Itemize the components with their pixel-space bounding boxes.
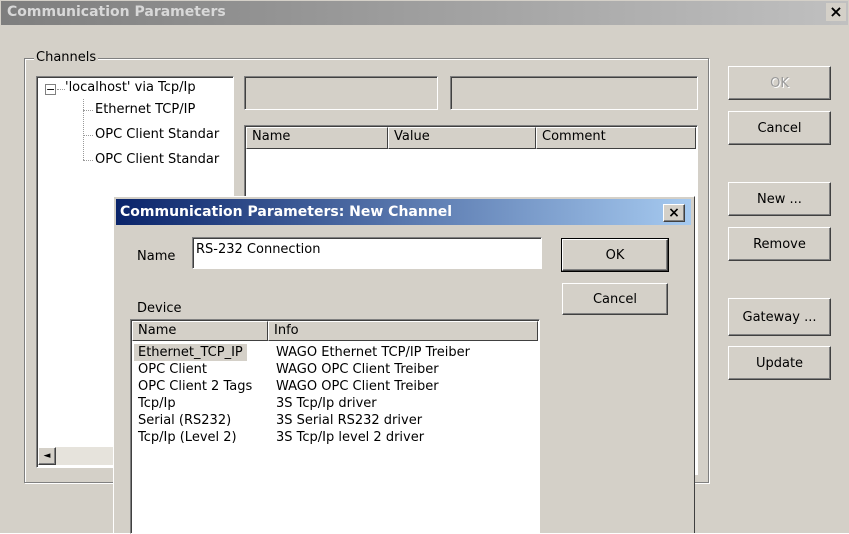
gateway-button[interactable]: Gateway ... [728,298,831,336]
device-col-name[interactable]: Name [132,321,268,341]
device-list[interactable]: Name Info Ethernet_TCP_IP WAGO Ethernet T… [130,319,540,534]
close-icon: × [829,2,843,21]
tree-child-opc-1[interactable]: OPC Client Standar [95,127,219,142]
device-info: 3S Serial RS232 driver [276,413,423,428]
dialog-title-bar: Communication Parameters: New Channel [116,199,691,225]
new-channel-dialog: Communication Parameters: New Channel × … [113,196,695,534]
arrow-left-icon: ◄ [43,451,51,461]
device-row[interactable]: Serial (RS232) 3S Serial RS232 driver [132,412,538,429]
cancel-button[interactable]: Cancel [728,111,831,145]
device-rows: Ethernet_TCP_IP WAGO Ethernet TCP/IP Trei… [132,344,538,464]
device-row[interactable]: Tcp/Ip 3S Tcp/Ip driver [132,395,538,412]
main-title-bar: Communication Parameters [1,1,848,25]
name-input[interactable]: RS-232 Connection [192,237,542,269]
device-row[interactable]: OPC Client WAGO OPC Client Treiber [132,361,538,378]
update-button[interactable]: Update [728,346,831,380]
tree-expander-icon[interactable]: − [45,84,56,95]
device-info: WAGO OPC Client Treiber [276,379,439,394]
minus-icon: − [46,83,56,96]
param-col-name[interactable]: Name [246,127,388,149]
device-name: Ethernet_TCP_IP [134,344,247,361]
device-name: OPC Client [138,362,207,377]
ok-button[interactable]: OK [728,66,831,100]
channel-field-1[interactable] [244,76,438,110]
dialog-cancel-button[interactable]: Cancel [562,283,668,315]
device-info: WAGO Ethernet TCP/IP Treiber [276,345,470,360]
dialog-close-button[interactable]: × [663,204,685,222]
device-col-info[interactable]: Info [268,321,538,341]
device-name: Tcp/Ip (Level 2) [138,430,237,445]
new-channel-button[interactable]: New ... [728,182,831,216]
device-name: OPC Client 2 Tags [138,379,253,394]
main-title: Communication Parameters [7,4,226,20]
scroll-left-button[interactable]: ◄ [38,447,56,465]
tree-root-item[interactable]: 'localhost' via Tcp/Ip [65,80,196,95]
channels-label: Channels [34,50,99,65]
device-row[interactable]: Tcp/Ip (Level 2) 3S Tcp/Ip level 2 driver [132,429,538,446]
name-input-value: RS-232 Connection [196,242,321,257]
device-info: 3S Tcp/Ip driver [276,396,377,411]
device-label: Device [137,301,182,316]
name-label: Name [137,249,176,264]
dialog-title: Communication Parameters: New Channel [120,204,453,220]
param-col-comment[interactable]: Comment [536,127,696,149]
close-icon: × [668,205,680,221]
channel-field-2[interactable] [450,76,698,110]
device-name: Serial (RS232) [138,413,232,428]
device-info: 3S Tcp/Ip level 2 driver [276,430,425,445]
main-close-button[interactable]: × [826,3,846,21]
tree-child-ethernet[interactable]: Ethernet TCP/IP [95,102,195,117]
tree-child-opc-2[interactable]: OPC Client Standar [95,152,219,167]
device-row[interactable]: OPC Client 2 Tags WAGO OPC Client Treiber [132,378,538,395]
device-info: WAGO OPC Client Treiber [276,362,439,377]
remove-button[interactable]: Remove [728,227,831,261]
device-name: Tcp/Ip [138,396,176,411]
param-col-value[interactable]: Value [388,127,536,149]
device-row[interactable]: Ethernet_TCP_IP WAGO Ethernet TCP/IP Trei… [132,344,538,361]
dialog-ok-button[interactable]: OK [561,238,669,272]
